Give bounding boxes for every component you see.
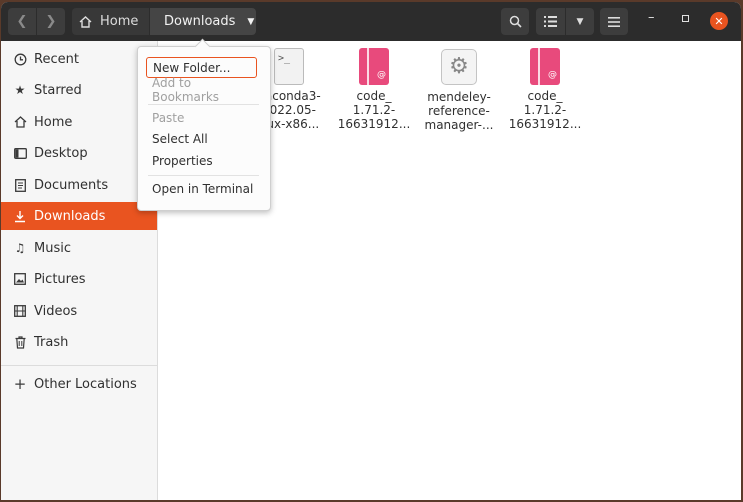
sidebar-item-label: Other Locations (34, 376, 137, 392)
deb-package-icon (530, 48, 560, 85)
star-icon: ★ (14, 83, 26, 97)
hamburger-icon (608, 16, 620, 27)
sidebar-item-desktop[interactable]: Desktop (1, 139, 157, 167)
minimize-button[interactable]: – (648, 10, 655, 25)
search-button[interactable] (501, 8, 529, 35)
sidebar-item-recent[interactable]: Recent (1, 45, 157, 73)
file-item[interactable]: code_ 1.71.2- 16631912... (333, 47, 415, 131)
sidebar: Recent ★ Starred Home Desktop Documents … (1, 41, 158, 500)
sidebar-item-label: Home (34, 114, 73, 130)
gear-icon: ⚙ (441, 49, 477, 85)
caret-down-icon: ▼ (576, 16, 584, 27)
file-item[interactable]: code_ 1.71.2- 16631912... (504, 47, 586, 131)
headerbar: ❮ ❯ Home Downloads ▼ ▼ – ✕ (1, 2, 741, 41)
sidebar-item-home[interactable]: Home (1, 108, 157, 136)
home-icon (79, 15, 92, 28)
view-options-button[interactable]: ▼ (566, 8, 594, 35)
deb-package-icon (359, 48, 389, 85)
menu-divider (148, 104, 259, 105)
script-file-icon: >_ (274, 48, 304, 85)
file-name: mendeley- reference- manager-... (424, 90, 494, 132)
context-menu: New Folder... Add to Bookmarks Paste Sel… (137, 46, 271, 211)
sidebar-item-trash[interactable]: Trash (1, 328, 157, 356)
back-button[interactable]: ❮ (8, 8, 36, 35)
breadcrumb-home[interactable]: Home (72, 8, 149, 35)
desktop-icon (13, 146, 27, 160)
paste-item: Paste (152, 110, 185, 125)
sidebar-item-label: Pictures (34, 271, 86, 287)
list-icon (544, 16, 557, 27)
sidebar-item-label: Starred (34, 82, 82, 98)
document-icon (13, 178, 27, 192)
close-button[interactable]: ✕ (710, 12, 728, 30)
sidebar-item-starred[interactable]: ★ Starred (1, 76, 157, 104)
sidebar-item-pictures[interactable]: Pictures (1, 265, 157, 293)
sidebar-divider (1, 365, 157, 366)
sidebar-item-videos[interactable]: Videos (1, 297, 157, 325)
sidebar-item-other-locations[interactable]: + Other Locations (1, 370, 157, 398)
sidebar-item-label: Downloads (34, 208, 106, 224)
caret-down-icon: ▼ (247, 16, 255, 27)
add-to-bookmarks-item: Add to Bookmarks (152, 75, 220, 104)
sidebar-item-label: Videos (34, 303, 78, 319)
close-icon: ✕ (714, 14, 724, 28)
sidebar-item-label: Trash (34, 334, 69, 350)
open-in-terminal-item[interactable]: Open in Terminal (146, 178, 257, 199)
sidebar-item-documents[interactable]: Documents (1, 171, 157, 199)
sidebar-item-downloads[interactable]: Downloads (1, 202, 157, 230)
music-icon: ♫ (14, 241, 26, 255)
breadcrumb-current-label: Downloads (164, 14, 236, 29)
chevron-left-icon: ❮ (16, 14, 28, 29)
home-icon (13, 115, 27, 129)
sidebar-item-music[interactable]: ♫ Music (1, 234, 157, 262)
film-icon (13, 304, 27, 318)
chevron-right-icon: ❯ (45, 14, 57, 29)
select-all-item[interactable]: Select All (146, 128, 257, 149)
maximize-button[interactable] (682, 15, 689, 22)
breadcrumb-downloads[interactable]: Downloads ▼ (150, 8, 256, 35)
trash-icon (13, 335, 27, 349)
plus-icon: + (13, 375, 27, 393)
picture-icon (13, 272, 27, 286)
file-name: code_ 1.71.2- 16631912... (337, 89, 411, 131)
file-manager-window: ❮ ❯ Home Downloads ▼ ▼ – ✕ Recent ★ Star… (1, 2, 741, 500)
breadcrumb-home-label: Home (100, 14, 139, 29)
menu-divider (148, 175, 259, 176)
download-icon (13, 209, 27, 223)
sidebar-item-label: Documents (34, 177, 109, 193)
file-name: code_ 1.71.2- 16631912... (508, 89, 582, 131)
properties-item[interactable]: Properties (146, 150, 257, 171)
file-item[interactable]: ⚙ mendeley- reference- manager-... (418, 47, 500, 132)
list-view-button[interactable] (536, 8, 565, 35)
sidebar-item-label: Music (34, 240, 71, 256)
clock-icon (13, 52, 27, 66)
main-menu-button[interactable] (600, 8, 628, 35)
sidebar-item-label: Recent (34, 51, 79, 67)
sidebar-item-label: Desktop (34, 145, 88, 161)
forward-button[interactable]: ❯ (37, 8, 65, 35)
search-icon (509, 15, 522, 28)
